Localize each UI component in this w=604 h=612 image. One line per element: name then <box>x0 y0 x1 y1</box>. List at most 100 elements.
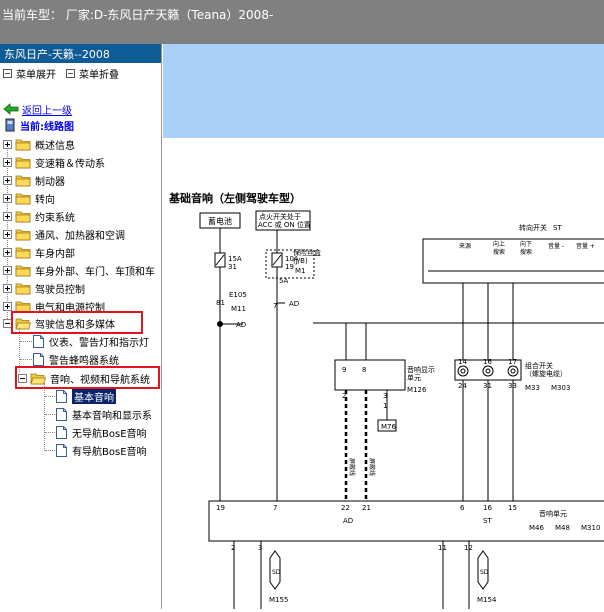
tree-item-audio-display[interactable]: 基本音响和显示系 <box>56 405 152 423</box>
svg-text:M48: M48 <box>555 524 570 532</box>
svg-text:33: 33 <box>508 382 517 390</box>
tree-line <box>45 396 55 397</box>
expand-toggle-icon[interactable] <box>3 283 12 293</box>
svg-text:M303: M303 <box>551 384 570 392</box>
wiring-diagram-svg: 基础音响（左侧驾驶车型） 蓄电池 点火开关处于 ACC 或 ON 位置 15A … <box>168 191 604 612</box>
tree-folder-item[interactable]: 转向 <box>3 189 55 207</box>
svg-text:AD: AD <box>289 300 299 308</box>
svg-text:转向开关: 转向开关 <box>519 223 547 232</box>
svg-text:M155: M155 <box>269 596 288 604</box>
document-icon <box>56 389 67 403</box>
tree-folder-item[interactable]: 车身内部 <box>3 243 75 261</box>
tree-folder-item[interactable]: 变速箱＆传动系 <box>3 153 105 171</box>
folder-icon <box>15 211 31 222</box>
navigation-pane: 东风日产-天籁--2008 菜单展开 菜单折叠 返回上一级 当前:线路图 概述信… <box>0 44 162 609</box>
svg-text:音响单元: 音响单元 <box>539 509 567 518</box>
highlight-box <box>15 366 160 389</box>
svg-text:6: 6 <box>460 504 465 512</box>
svg-text:组合开关（螺旋电缆）: 组合开关（螺旋电缆） <box>525 361 567 378</box>
audio-unit-box <box>208 500 604 542</box>
tree-folder-item[interactable]: 通风、加热器和空调 <box>3 225 125 243</box>
tree-line <box>20 359 32 360</box>
svg-text:1: 1 <box>383 402 387 410</box>
folder-icon <box>15 193 31 204</box>
tree-folder-item[interactable]: 约束系统 <box>3 207 75 225</box>
svg-text:31: 31 <box>228 263 237 271</box>
folder-icon <box>15 229 31 240</box>
svg-text:(J/B): (J/B) <box>293 257 308 265</box>
tree-folder-item[interactable]: 制动器 <box>3 171 65 189</box>
expand-toggle-icon[interactable] <box>3 139 12 149</box>
svg-text:ST: ST <box>483 517 492 525</box>
svg-text:AD: AD <box>236 321 246 329</box>
svg-text:16: 16 <box>483 358 492 366</box>
tree-line <box>45 432 55 433</box>
expand-toggle-icon[interactable] <box>3 247 12 257</box>
svg-text:来源: 来源 <box>459 242 471 250</box>
svg-text:M11: M11 <box>231 305 246 313</box>
svg-text:8: 8 <box>362 366 366 374</box>
expand-toggle-icon[interactable] <box>3 229 12 239</box>
collapse-all-button[interactable]: 菜单折叠 <box>66 66 119 81</box>
wiring-diagram: 基础音响（左侧驾驶车型） 蓄电池 点火开关处于 ACC 或 ON 位置 15A … <box>163 138 604 612</box>
document-icon <box>56 425 67 439</box>
tree-line <box>45 450 55 451</box>
svg-text:9: 9 <box>342 366 346 374</box>
tree-item-instruments[interactable]: 仪表、警告灯和指示灯 <box>33 332 149 350</box>
tree-line <box>20 341 32 342</box>
svg-text:16: 16 <box>483 504 492 512</box>
svg-text:SD: SD <box>272 569 281 576</box>
tree-line <box>44 383 45 451</box>
document-icon <box>56 443 67 457</box>
expand-toggle-icon[interactable] <box>3 301 12 311</box>
expand-toggle-icon[interactable] <box>3 193 12 203</box>
svg-text:2: 2 <box>342 392 346 400</box>
svg-text:点火开关处于: 点火开关处于 <box>259 212 301 221</box>
expand-toggle-icon[interactable] <box>3 157 12 167</box>
tree-folder-item[interactable]: 驾驶员控制 <box>3 279 85 297</box>
svg-text:蓄电池: 蓄电池 <box>208 216 232 226</box>
svg-text:屏蔽线: 屏蔽线 <box>368 458 376 476</box>
document-icon <box>56 407 67 421</box>
folder-icon <box>15 157 31 168</box>
display-unit-box <box>334 359 406 391</box>
pane-header: 东风日产-天籁--2008 <box>0 44 161 63</box>
expand-toggle-icon[interactable] <box>3 265 12 275</box>
svg-text:22: 22 <box>341 504 350 512</box>
svg-text:SD: SD <box>480 569 489 576</box>
folder-icon <box>15 247 31 258</box>
svg-text:向下搜索: 向下搜索 <box>520 240 532 256</box>
svg-text:7: 7 <box>273 504 277 512</box>
svg-text:M154: M154 <box>477 596 497 604</box>
expand-toggle-icon[interactable] <box>3 211 12 221</box>
window-title: 当前车型： 厂家:D-东风日产天籁（Teana）2008- <box>0 0 604 44</box>
svg-text:音量 -: 音量 - <box>548 242 564 250</box>
svg-text:屏蔽线: 屏蔽线 <box>348 458 356 476</box>
svg-text:5A: 5A <box>279 277 288 285</box>
tree-item-no-nav-bose[interactable]: 无导航BosE音响 <box>56 423 147 441</box>
menu-row: 菜单展开 菜单折叠 <box>0 63 161 83</box>
tree-folder-item[interactable]: 车身外部、车门、车顶和车 <box>3 261 155 279</box>
tree-item-basic-audio[interactable]: 基本音响 <box>56 387 116 405</box>
back-button[interactable]: 返回上一级 <box>3 101 72 117</box>
expand-all-button[interactable]: 菜单展开 <box>3 66 56 81</box>
document-icon <box>33 352 44 366</box>
svg-text:M126: M126 <box>407 386 427 394</box>
svg-text:向上搜索: 向上搜索 <box>493 240 505 256</box>
svg-text:11: 11 <box>438 544 447 552</box>
folder-icon <box>15 283 31 294</box>
svg-text:19: 19 <box>216 504 225 512</box>
expand-toggle-icon[interactable] <box>3 175 12 185</box>
current-location: 当前:线路图 <box>3 117 74 133</box>
highlight-box <box>11 311 143 334</box>
svg-text:M1: M1 <box>295 267 306 275</box>
tree-folder-item[interactable]: 概述信息 <box>3 135 75 153</box>
svg-text:31: 31 <box>483 382 492 390</box>
tree-line <box>45 414 55 415</box>
svg-text:音量 +: 音量 + <box>576 242 595 250</box>
tree-item-nav-bose[interactable]: 有导航BosE音响 <box>56 441 147 459</box>
svg-text:M33: M33 <box>525 384 540 392</box>
svg-text:17: 17 <box>508 358 517 366</box>
expand-icon <box>3 68 12 78</box>
svg-text:音响显示单元: 音响显示单元 <box>407 365 435 382</box>
